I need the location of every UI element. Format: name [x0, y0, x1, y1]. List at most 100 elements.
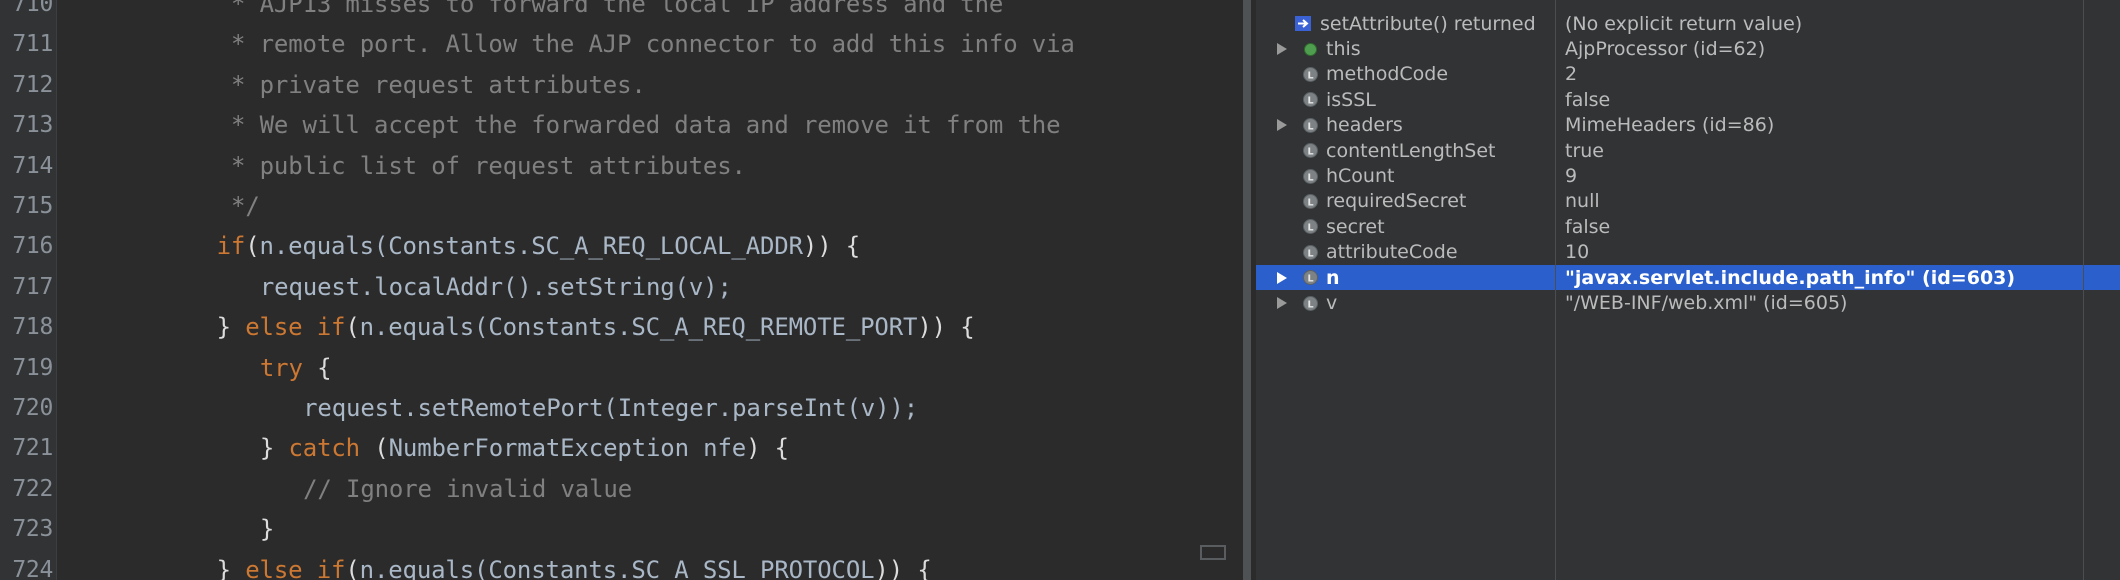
line-number: 724 — [12, 556, 53, 580]
line-number: 713 — [12, 112, 53, 139]
local-variable-icon: L — [1300, 240, 1320, 265]
code-line[interactable]: * public list of request attributes. — [231, 146, 746, 186]
code-line[interactable]: } — [260, 509, 274, 549]
code-token: n.equals(Constants.SC_A_REQ_LOCAL_ADDR — [259, 232, 804, 261]
code-token: )) { — [874, 555, 932, 580]
code-text-area[interactable]: * AJP13 misses to forward the local IP a… — [58, 0, 1238, 580]
code-line[interactable]: * remote port. Allow the AJP connector t… — [231, 24, 1075, 64]
variable-row[interactable]: this AjpProcessor (id=62) — [1256, 36, 2120, 61]
variable-name: contentLengthSet — [1326, 139, 1496, 162]
svg-text:L: L — [1307, 121, 1313, 132]
line-number: 710 — [12, 0, 53, 17]
debugger-variables-pane[interactable]: setAttribute() returned (No explicit retu… — [1256, 0, 2120, 580]
code-line[interactable]: * We will accept the forwarded data and … — [231, 105, 1061, 145]
editor-scroll-indicator[interactable] — [1200, 545, 1226, 560]
variable-row[interactable]: LattributeCode 10 — [1256, 240, 2120, 265]
variable-value: true — [1565, 139, 1604, 162]
code-line[interactable]: } else if(n.equals(Constants.SC_A_REQ_RE… — [217, 307, 975, 347]
code-token: n.equals(Constants.SC_A_REQ_REMOTE_PORT — [359, 313, 918, 342]
line-number: 723 — [12, 516, 53, 543]
code-line[interactable]: try { — [260, 348, 332, 388]
variable-row[interactable]: LhCount 9 — [1256, 163, 2120, 188]
code-token: } — [259, 434, 289, 463]
code-token: * public list of request attributes. — [231, 151, 746, 180]
code-line[interactable]: */ — [231, 186, 260, 226]
variable-name: v — [1326, 292, 1338, 315]
line-number-gutter[interactable]: 710 711 712 713 714 715 716 717 718 719 720 721 722 7… — [0, 0, 57, 580]
code-editor-pane[interactable]: 710 711 712 713 714 715 716 717 718 719 720 721 722 7… — [0, 0, 1238, 580]
line-number: 719 — [12, 354, 53, 381]
svg-text:L: L — [1307, 197, 1313, 208]
svg-text:L: L — [1307, 299, 1313, 310]
variable-name: methodCode — [1326, 63, 1449, 86]
expand-arrow-icon[interactable] — [1274, 290, 1290, 315]
line-number: 718 — [12, 314, 53, 341]
svg-text:L: L — [1307, 96, 1313, 107]
svg-text:L: L — [1307, 223, 1313, 234]
variable-row[interactable]: LmethodCode 2 — [1256, 62, 2120, 87]
variable-value: "/WEB-INF/web.xml" (id=605) — [1565, 292, 1848, 315]
line-number: 716 — [12, 233, 53, 260]
code-token: */ — [231, 192, 260, 220]
variable-name: secret — [1326, 215, 1385, 238]
local-variable-icon: L — [1300, 113, 1320, 138]
local-variable-icon: L — [1300, 87, 1320, 112]
variable-row[interactable]: Lsecret false — [1256, 214, 2120, 239]
code-token: * We will accept the forwarded data and … — [231, 111, 1061, 140]
variable-name: setAttribute() returned — [1320, 12, 1536, 35]
return-arrow-icon — [1294, 11, 1314, 36]
variable-name: this — [1326, 38, 1361, 61]
local-variable-icon: L — [1300, 290, 1320, 315]
expand-arrow-icon[interactable] — [1274, 36, 1290, 61]
variable-row[interactable]: setAttribute() returned (No explicit retu… — [1256, 11, 2120, 36]
code-token: * private request attributes. — [231, 70, 646, 99]
svg-text:L: L — [1307, 248, 1313, 259]
code-token: } — [259, 515, 275, 544]
code-token: * AJP13 misses to forward the local IP a… — [231, 0, 1004, 18]
variable-value: MimeHeaders (id=86) — [1565, 114, 1775, 137]
code-token: else if — [245, 555, 346, 580]
variable-value: AjpProcessor (id=62) — [1565, 38, 1766, 61]
code-token: } — [216, 555, 246, 580]
variable-row[interactable]: Lv "/WEB-INF/web.xml" (id=605) — [1256, 290, 2120, 315]
line-number: 717 — [12, 273, 53, 300]
line-number: 712 — [12, 71, 53, 98]
variable-value: false — [1565, 215, 1611, 238]
variable-row[interactable]: LisSSL false — [1256, 87, 2120, 112]
code-token: else if — [245, 313, 346, 342]
svg-text:L: L — [1307, 273, 1313, 284]
code-token: ) { — [746, 434, 789, 463]
variable-name: attributeCode — [1326, 241, 1458, 264]
variable-row[interactable]: LcontentLengthSet true — [1256, 138, 2120, 163]
code-line[interactable]: * AJP13 misses to forward the local IP a… — [231, 0, 1003, 24]
code-token: if — [216, 232, 246, 261]
code-line[interactable]: request.localAddr().setString(v); — [260, 267, 732, 307]
code-token: { — [302, 353, 332, 382]
local-variable-icon: L — [1300, 214, 1320, 239]
local-variable-icon: L — [1300, 138, 1320, 163]
variable-row[interactable]: Ln "javax.servlet.include.path_info" (id=… — [1256, 265, 2120, 291]
line-number: 722 — [12, 475, 53, 502]
line-number: 714 — [12, 152, 53, 179]
code-token: } — [216, 313, 246, 342]
code-token: )) { — [917, 313, 975, 342]
variable-name: isSSL — [1326, 88, 1376, 111]
code-token: ( — [345, 555, 360, 580]
code-line[interactable]: } catch (NumberFormatException nfe) { — [260, 428, 789, 468]
code-line[interactable]: // Ignore invalid value — [303, 469, 632, 509]
variable-name: requiredSecret — [1326, 190, 1467, 213]
local-variable-icon: L — [1300, 62, 1320, 87]
variable-row[interactable]: Lheaders MimeHeaders (id=86) — [1256, 113, 2120, 138]
pane-splitter[interactable] — [1238, 0, 1256, 580]
variable-value: (No explicit return value) — [1565, 12, 1803, 35]
variable-name: headers — [1326, 114, 1403, 137]
expand-arrow-icon[interactable] — [1274, 113, 1290, 138]
variable-name: n — [1326, 266, 1340, 289]
variable-row[interactable]: LrequiredSecret null — [1256, 189, 2120, 214]
line-number: 715 — [12, 193, 53, 219]
code-line[interactable]: * private request attributes. — [231, 65, 646, 105]
code-line[interactable]: } else if(n.equals(Constants.SC_A_SSL_PR… — [217, 550, 932, 580]
code-line[interactable]: if(n.equals(Constants.SC_A_REQ_LOCAL_ADD… — [217, 226, 861, 266]
expand-arrow-icon[interactable] — [1274, 265, 1290, 290]
code-line[interactable]: request.setRemotePort(Integer.parseInt(v… — [303, 388, 918, 428]
